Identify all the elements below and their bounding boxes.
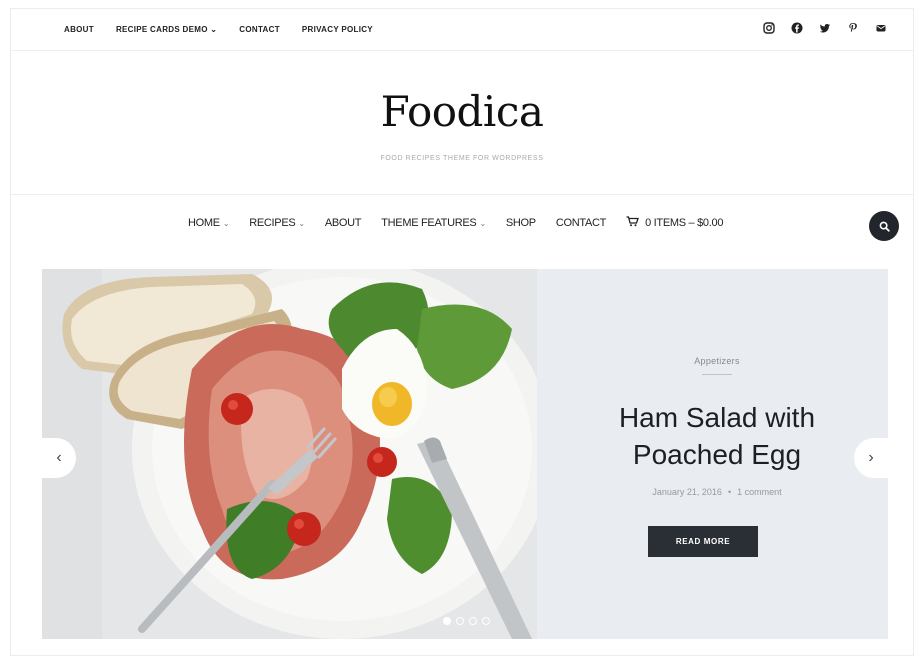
- nav-item-theme-features[interactable]: THEME FEATURES ⌄: [381, 217, 486, 229]
- top-link-recipe-cards-demo[interactable]: RECIPE CARDS DEMO ⌄: [116, 25, 217, 34]
- slide-title-line-1: Ham Salad with: [618, 402, 816, 433]
- slider-dot-2[interactable]: [456, 617, 464, 625]
- slider-dot-1[interactable]: [443, 617, 451, 625]
- site-tagline: FOOD RECIPES THEME FOR WORDPRESS: [380, 155, 544, 162]
- main-menu: HOME ⌄ RECIPES ⌄ ABOUT THEME FEATURES ⌄ SHO…: [188, 216, 723, 229]
- nav-item-label: THEME FEATURES: [381, 216, 477, 229]
- nav-item-label: HOME: [188, 216, 220, 229]
- slide-meta: January 21, 2016 • 1 comment: [567, 487, 867, 497]
- nav-item-shop[interactable]: SHOP: [506, 217, 536, 229]
- chevron-left-icon: ‹: [56, 449, 62, 466]
- nav-item-about[interactable]: ABOUT: [325, 217, 362, 229]
- top-link-contact[interactable]: CONTACT: [239, 25, 280, 34]
- featured-slider: Appetizers Ham Salad with Poached Egg Ja…: [42, 269, 888, 639]
- meta-separator: •: [727, 487, 732, 497]
- slide-title[interactable]: Ham Salad with Poached Egg: [567, 399, 867, 473]
- site-branding: Foodica FOOD RECIPES THEME FOR WORDPRESS: [11, 51, 913, 195]
- slider-pagination: [443, 617, 490, 625]
- slide-comments-link[interactable]: 1 comment: [737, 487, 782, 497]
- top-link-label: RECIPE CARDS DEMO: [115, 25, 208, 34]
- chevron-down-icon: ⌄: [222, 218, 230, 228]
- cart-label: 0 ITEMS – $0.00: [645, 217, 724, 229]
- twitter-icon[interactable]: [819, 22, 831, 34]
- slide-image[interactable]: [42, 269, 537, 639]
- search-button[interactable]: [869, 211, 899, 241]
- chevron-down-icon: ⌄: [479, 218, 486, 228]
- category-divider: [702, 374, 732, 375]
- top-link-about[interactable]: ABOUT: [64, 25, 94, 34]
- chevron-down-icon: ⌄: [210, 25, 218, 34]
- search-icon: [879, 221, 890, 232]
- slider-dot-3[interactable]: [469, 617, 477, 625]
- top-bar: ABOUT RECIPE CARDS DEMO ⌄ CONTACT PRIVAC…: [11, 9, 913, 51]
- nav-item-label: RECIPES: [249, 216, 296, 229]
- slide-category-link[interactable]: Appetizers: [567, 356, 867, 366]
- facebook-icon[interactable]: [791, 22, 803, 34]
- slide-caption: Appetizers Ham Salad with Poached Egg Ja…: [567, 269, 867, 639]
- chevron-right-icon: ›: [868, 449, 874, 466]
- site-logo[interactable]: Foodica: [11, 87, 913, 136]
- nav-item-cart[interactable]: 0 ITEMS – $0.00: [626, 216, 723, 229]
- nav-item-contact[interactable]: CONTACT: [556, 217, 607, 229]
- read-more-button[interactable]: READ MORE: [648, 526, 758, 557]
- nav-item-recipes[interactable]: RECIPES ⌄: [249, 217, 305, 229]
- instagram-icon[interactable]: [763, 22, 775, 34]
- slide-title-line-2: Poached Egg: [632, 439, 802, 470]
- slider-next-button[interactable]: ›: [854, 438, 888, 478]
- top-link-privacy-policy[interactable]: PRIVACY POLICY: [302, 25, 373, 34]
- slide-date[interactable]: January 21, 2016: [652, 487, 722, 497]
- chevron-down-icon: ⌄: [298, 218, 305, 228]
- nav-item-home[interactable]: HOME ⌄: [188, 216, 230, 229]
- cart-icon: [626, 216, 639, 227]
- social-links: [763, 22, 887, 34]
- slider-dot-4[interactable]: [482, 617, 490, 625]
- pinterest-icon[interactable]: [847, 22, 859, 34]
- top-menu: ABOUT RECIPE CARDS DEMO ⌄ CONTACT PRIVAC…: [64, 25, 373, 34]
- main-navigation: HOME ⌄ RECIPES ⌄ ABOUT THEME FEATURES ⌄ SHO…: [11, 195, 913, 251]
- email-icon[interactable]: [875, 22, 887, 34]
